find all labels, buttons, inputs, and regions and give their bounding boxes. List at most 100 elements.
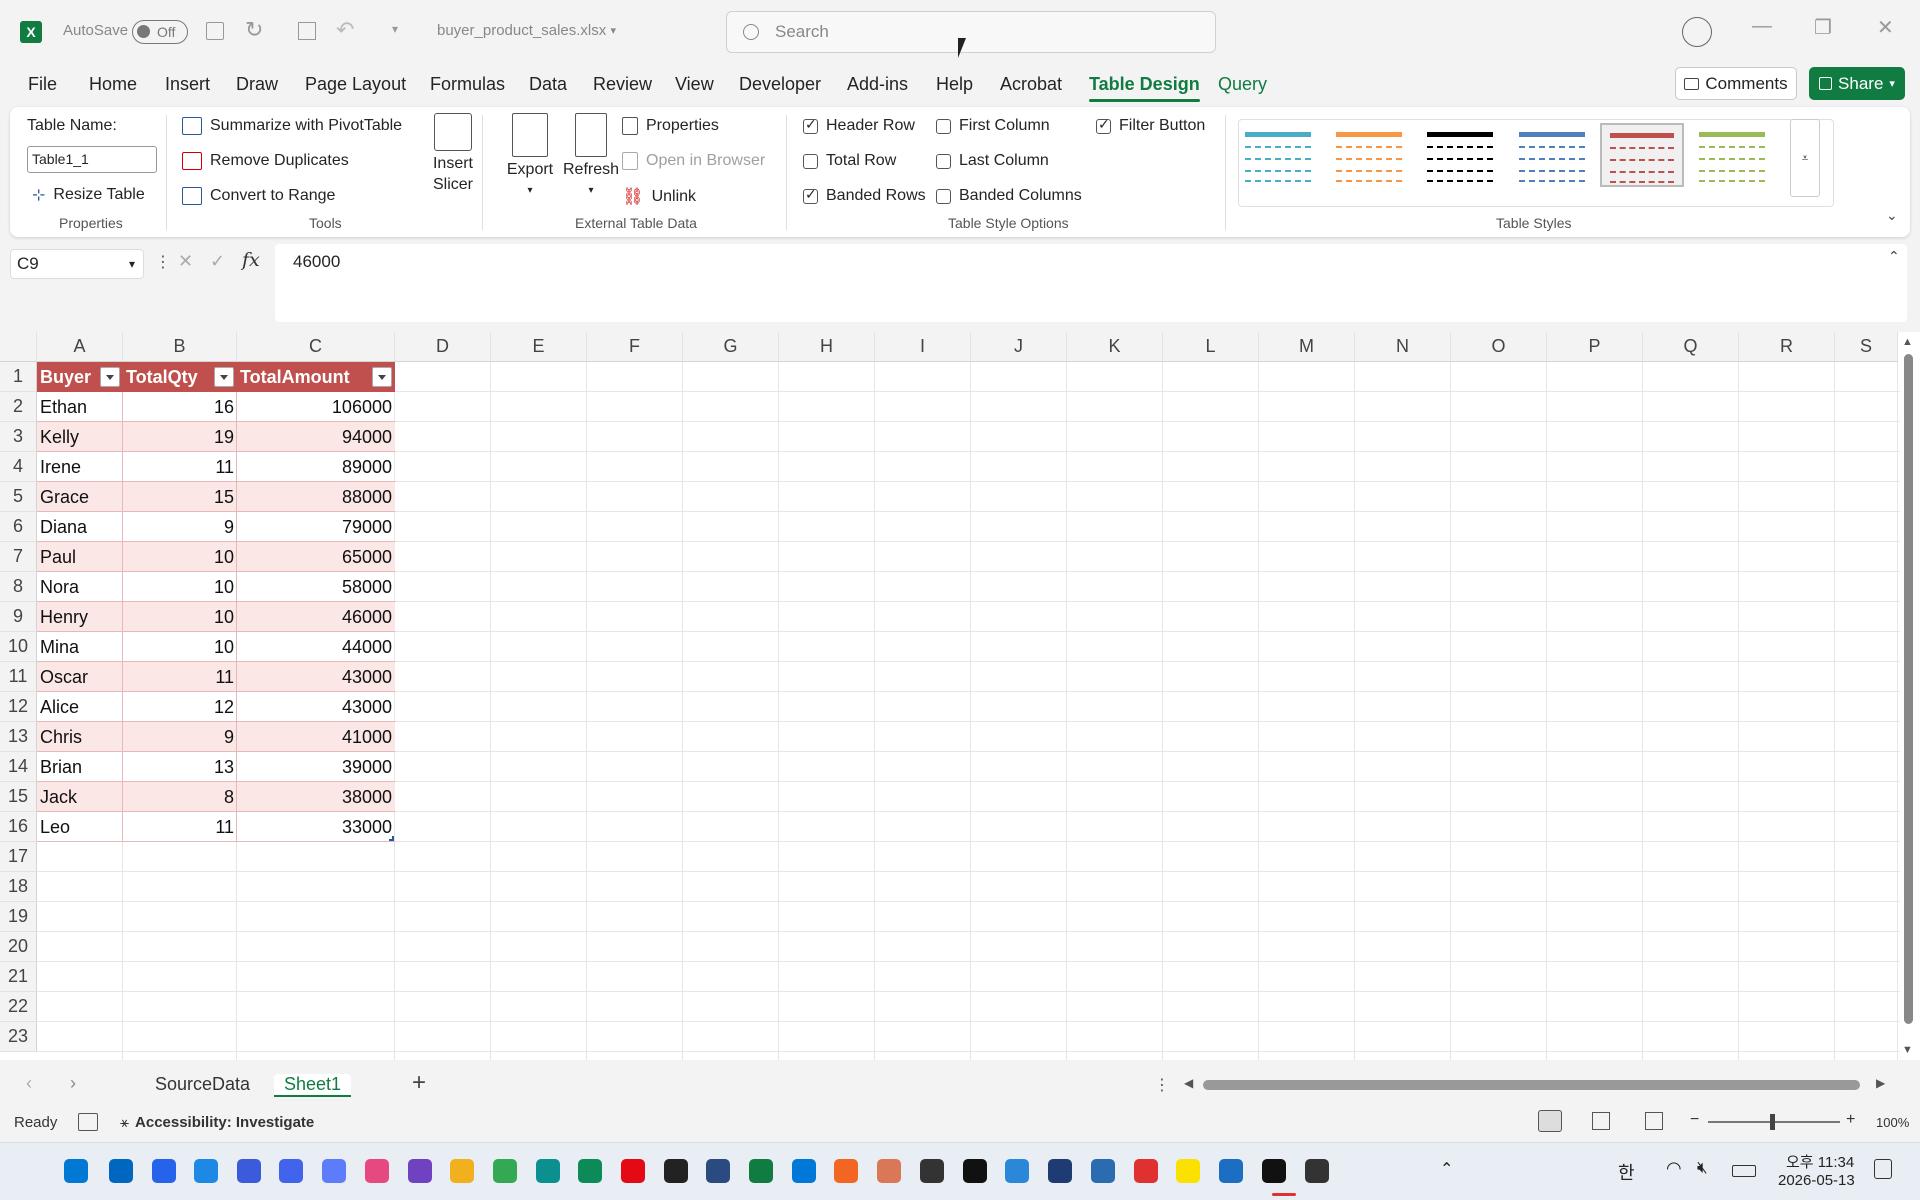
resize-table-button[interactable]: ⊹ Resize Table (32, 185, 145, 205)
table-cell[interactable]: 13 (123, 752, 237, 782)
summarize-pivot-button[interactable]: Summarize with PivotTable (182, 117, 402, 135)
column-header[interactable]: M (1259, 332, 1355, 362)
table-cell[interactable]: 10 (123, 602, 237, 632)
filter-dropdown-icon[interactable] (372, 367, 392, 387)
table-cell[interactable]: 10 (123, 542, 237, 572)
table-cell[interactable]: Paul (37, 542, 123, 572)
tab-page-layout[interactable]: Page Layout (305, 74, 406, 95)
column-header[interactable]: B (123, 332, 237, 362)
table-cell[interactable]: Nora (37, 572, 123, 602)
app-icon[interactable] (920, 1159, 944, 1183)
copilot-icon[interactable] (365, 1159, 389, 1183)
app-icon[interactable] (536, 1159, 560, 1183)
chat-icon[interactable] (237, 1159, 261, 1183)
filter-dropdown-icon[interactable] (214, 367, 234, 387)
row-header[interactable]: 21 (0, 962, 37, 992)
scroll-up-icon[interactable]: ▲ (1902, 336, 1913, 348)
column-header[interactable]: D (395, 332, 491, 362)
table-cell[interactable]: 88000 (237, 482, 395, 512)
notion-icon[interactable] (963, 1159, 987, 1183)
table-properties-button[interactable]: Properties (622, 117, 719, 135)
table-cell[interactable]: 10 (123, 632, 237, 662)
table-cell[interactable]: 9 (123, 722, 237, 752)
insert-function-icon[interactable]: fx (242, 249, 260, 271)
scroll-down-icon[interactable]: ▼ (1902, 1044, 1913, 1056)
tab-file[interactable]: File (28, 74, 57, 95)
column-header[interactable]: C (237, 332, 395, 362)
start-icon[interactable] (64, 1159, 88, 1183)
table-cell[interactable]: 44000 (237, 632, 395, 662)
table-style-option[interactable] (1600, 123, 1684, 187)
github-icon[interactable] (408, 1159, 432, 1183)
filter-button-checkbox[interactable]: Filter Button (1096, 116, 1205, 135)
row-header[interactable]: 2 (0, 392, 37, 422)
table-cell[interactable]: Oscar (37, 662, 123, 692)
search-box[interactable]: Search (726, 11, 1216, 53)
table-cell[interactable]: 65000 (237, 542, 395, 572)
netflix-icon[interactable] (621, 1159, 645, 1183)
table-style-option[interactable] (1690, 123, 1774, 187)
table-cell[interactable]: 43000 (237, 662, 395, 692)
table-cell[interactable]: 58000 (237, 572, 395, 602)
comments-button[interactable]: Comments (1675, 67, 1797, 100)
zoom-level[interactable]: 100% (1876, 1115, 1909, 1130)
row-header[interactable]: 10 (0, 632, 37, 662)
row-header[interactable]: 18 (0, 872, 37, 902)
search-icon[interactable] (109, 1159, 133, 1183)
clock-date[interactable]: 2026-05-13 (1778, 1172, 1855, 1189)
banded-rows-checkbox[interactable]: Banded Rows (803, 186, 926, 205)
page-layout-view-icon[interactable] (1592, 1112, 1610, 1130)
row-header[interactable]: 4 (0, 452, 37, 482)
share-button[interactable]: Share ▾ (1809, 67, 1905, 100)
table-cell[interactable]: Irene (37, 452, 123, 482)
column-header[interactable]: N (1355, 332, 1451, 362)
table-header-cell[interactable]: TotalAmount (237, 362, 395, 392)
table-resize-handle[interactable] (389, 836, 394, 841)
insert-slicer-button[interactable]: Insert Slicer (418, 113, 488, 195)
table-style-option[interactable] (1418, 123, 1502, 187)
row-header[interactable]: 14 (0, 752, 37, 782)
vertical-scrollbar[interactable] (1904, 354, 1913, 1024)
zoom-slider-thumb[interactable] (1770, 1114, 1775, 1130)
table-name-input[interactable]: Table1_1 (27, 146, 157, 173)
app-icon[interactable] (834, 1159, 858, 1183)
chrome-icon[interactable] (493, 1159, 517, 1183)
table-cell[interactable]: 38000 (237, 782, 395, 812)
prev-sheet-icon[interactable]: ‹ (26, 1073, 32, 1094)
customize-qat-icon[interactable]: ▾ (392, 22, 398, 36)
teams-icon[interactable] (194, 1159, 218, 1183)
scroll-left-icon[interactable]: ◀ (1184, 1076, 1193, 1090)
row-header[interactable]: 1 (0, 362, 37, 392)
formula-input[interactable]: 46000 (275, 244, 1907, 322)
row-header[interactable]: 12 (0, 692, 37, 722)
undo-icon[interactable]: ↶ (336, 17, 354, 43)
column-header[interactable]: P (1547, 332, 1643, 362)
vscode-icon[interactable] (792, 1159, 816, 1183)
column-header[interactable]: S (1835, 332, 1898, 362)
collapse-ribbon-icon[interactable]: ⌄ (1886, 207, 1898, 224)
save-icon[interactable] (206, 22, 224, 40)
tab-review[interactable]: Review (593, 74, 652, 95)
app-icon[interactable] (1005, 1159, 1029, 1183)
tab-data[interactable]: Data (529, 74, 567, 95)
minimize-icon[interactable]: — (1752, 15, 1772, 38)
row-header[interactable]: 19 (0, 902, 37, 932)
first-column-checkbox[interactable]: First Column (936, 117, 1050, 135)
table-cell[interactable]: Alice (37, 692, 123, 722)
banded-columns-checkbox[interactable]: Banded Columns (936, 187, 1082, 205)
sheet-tab-sheet1[interactable]: Sheet1 (274, 1074, 352, 1097)
name-box[interactable]: C9 ▾ (10, 249, 144, 279)
app-icon[interactable] (1091, 1159, 1115, 1183)
zoom-in-icon[interactable]: + (1846, 1111, 1855, 1129)
row-header[interactable]: 6 (0, 512, 37, 542)
column-header[interactable]: L (1163, 332, 1259, 362)
ime-indicator[interactable]: 한 (1618, 1159, 1635, 1185)
table-cell[interactable]: 94000 (237, 422, 395, 452)
convert-to-range-button[interactable]: Convert to Range (182, 187, 335, 205)
header-row-checkbox[interactable]: Header Row (803, 116, 915, 135)
app-icon[interactable] (1134, 1159, 1158, 1183)
row-header[interactable]: 17 (0, 842, 37, 872)
battery-icon[interactable] (1732, 1165, 1756, 1177)
table-cell[interactable]: 9 (123, 512, 237, 542)
table-header-cell[interactable]: Buyer (37, 362, 123, 392)
